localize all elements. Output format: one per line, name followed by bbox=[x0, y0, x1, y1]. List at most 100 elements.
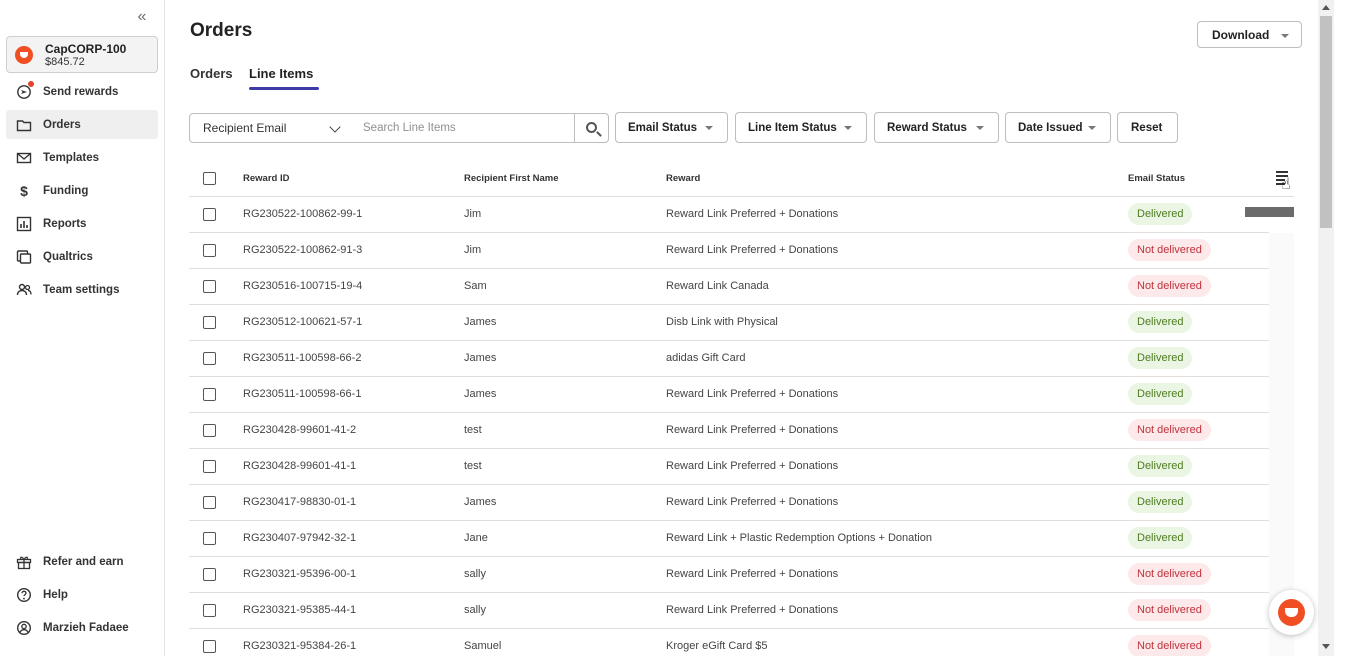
sidebar-item-refer-and-earn[interactable]: Refer and earn bbox=[6, 547, 158, 576]
reward-id-cell: RG230516-100715-19-4 bbox=[243, 280, 363, 292]
search-button[interactable] bbox=[574, 113, 609, 143]
table-row[interactable]: RG230511-100598-66-2 James adidas Gift Car… bbox=[189, 341, 1269, 377]
dollar-icon: $ bbox=[20, 182, 28, 199]
account-name: CapCORP-100 bbox=[45, 42, 127, 56]
sidebar-item-team-settings[interactable]: Team settings bbox=[6, 275, 158, 304]
email-status-filter[interactable]: Email Status bbox=[615, 112, 728, 143]
mail-icon bbox=[16, 150, 32, 166]
sidebar-item-label: Refer and earn bbox=[43, 555, 124, 568]
send-icon bbox=[16, 80, 34, 100]
caret-down-icon bbox=[976, 126, 984, 130]
search-field-select[interactable]: Recipient Email bbox=[189, 113, 351, 143]
row-checkbox[interactable] bbox=[203, 352, 216, 365]
row-checkbox[interactable] bbox=[203, 604, 216, 617]
email-status-badge: Delivered bbox=[1128, 491, 1193, 513]
reward-id-cell: RG230321-95396-00-1 bbox=[243, 568, 357, 580]
page-title: Orders bbox=[190, 20, 253, 41]
scroll-thumb[interactable] bbox=[1320, 16, 1332, 228]
sidebar-item-qualtrics[interactable]: Qualtrics bbox=[6, 242, 158, 271]
row-checkbox[interactable] bbox=[203, 208, 216, 221]
brand-logo-icon bbox=[15, 46, 33, 64]
download-button-label: Download bbox=[1212, 27, 1270, 42]
column-header-reward[interactable]: Reward bbox=[666, 173, 700, 184]
row-checkbox[interactable] bbox=[203, 244, 216, 257]
table-row[interactable]: RG230407-97942-32-1 Jane Reward Link + Pla… bbox=[189, 521, 1269, 557]
recipient-first-name-cell: James bbox=[464, 352, 497, 364]
sidebar-item-reports[interactable]: Reports bbox=[6, 209, 158, 238]
collapse-sidebar-icon[interactable]: « bbox=[134, 9, 150, 25]
scroll-down-arrow-icon[interactable] bbox=[1322, 644, 1330, 649]
column-header-recipient-first-name[interactable]: Recipient First Name bbox=[464, 173, 559, 184]
row-checkbox[interactable] bbox=[203, 388, 216, 401]
table-row[interactable]: RG230428-99601-41-2 test Reward Link Prefe… bbox=[189, 413, 1269, 449]
search-input[interactable] bbox=[350, 113, 575, 143]
sidebar: « CapCORP-100 $845.72 Send rewards Order… bbox=[0, 0, 165, 656]
scroll-up-arrow-icon[interactable] bbox=[1322, 5, 1330, 10]
recipient-first-name-cell: Jim bbox=[464, 244, 482, 256]
filter-label: Line Item Status bbox=[748, 121, 837, 134]
recipient-first-name-cell: test bbox=[464, 460, 482, 472]
table-row[interactable]: RG230522-100862-91-3 Jim Reward Link Prefe… bbox=[189, 233, 1269, 269]
sidebar-item-label: Send rewards bbox=[43, 85, 119, 98]
tab-line-items[interactable]: Line Items bbox=[249, 66, 313, 81]
row-checkbox[interactable] bbox=[203, 424, 216, 437]
filter-label: Email Status bbox=[628, 121, 698, 134]
sidebar-item-funding[interactable]: $ Funding bbox=[6, 176, 158, 205]
reward-cell: Reward Link Preferred + Donations bbox=[666, 604, 839, 616]
table-row[interactable]: RG230321-95396-00-1 sally Reward Link Pref… bbox=[189, 557, 1269, 593]
row-checkbox[interactable] bbox=[203, 316, 216, 329]
email-status-badge: Not delivered bbox=[1128, 419, 1211, 441]
row-checkbox[interactable] bbox=[203, 532, 216, 545]
download-button[interactable]: Download bbox=[1197, 21, 1302, 48]
select-all-checkbox[interactable] bbox=[203, 172, 216, 185]
recipient-first-name-cell: James bbox=[464, 496, 497, 508]
table-row[interactable]: RG230321-95385-44-1 sally Reward Link Pref… bbox=[189, 593, 1269, 629]
reward-cell: Reward Link Preferred + Donations bbox=[666, 568, 839, 580]
row-checkbox[interactable] bbox=[203, 640, 216, 653]
email-status-badge: Not delivered bbox=[1128, 599, 1211, 621]
qualtrics-icon bbox=[16, 249, 32, 265]
date-issued-filter[interactable]: Date Issued bbox=[1005, 112, 1111, 143]
reward-status-filter[interactable]: Reward Status bbox=[874, 112, 999, 143]
table-row[interactable]: RG230417-98830-01-1 James Reward Link Pref… bbox=[189, 485, 1269, 521]
chevron-down-icon bbox=[329, 121, 341, 133]
reward-id-cell: RG230512-100621-57-1 bbox=[243, 316, 363, 328]
reward-id-cell: RG230522-100862-91-3 bbox=[243, 244, 363, 256]
row-checkbox[interactable] bbox=[203, 280, 216, 293]
reward-id-cell: RG230321-95384-26-1 bbox=[243, 640, 357, 652]
search-icon bbox=[586, 122, 597, 133]
sidebar-item-user-profile[interactable]: Marzieh Fadaee bbox=[6, 613, 158, 642]
sidebar-item-label: Marzieh Fadaee bbox=[43, 621, 129, 634]
table-row[interactable]: RG230511-100598-66-1 James Reward Link Pre… bbox=[189, 377, 1269, 413]
row-checkbox[interactable] bbox=[203, 460, 216, 473]
reward-cell: Reward Link Preferred + Donations bbox=[666, 424, 839, 436]
recipient-first-name-cell: Sam bbox=[464, 280, 487, 292]
row-checkbox[interactable] bbox=[203, 496, 216, 509]
recipient-first-name-cell: test bbox=[464, 424, 482, 436]
chat-widget-button[interactable] bbox=[1269, 590, 1314, 635]
sidebar-item-send-rewards[interactable]: Send rewards bbox=[6, 77, 158, 106]
filter-label: Date Issued bbox=[1018, 121, 1083, 134]
sidebar-item-help[interactable]: Help bbox=[6, 580, 158, 609]
table-row[interactable]: RG230428-99601-41-1 test Reward Link Prefe… bbox=[189, 449, 1269, 485]
chart-icon bbox=[16, 216, 32, 232]
table-row[interactable]: RG230321-95384-26-1 Samuel Kroger eGift Ca… bbox=[189, 629, 1269, 656]
sidebar-item-orders[interactable]: Orders bbox=[6, 110, 158, 139]
vertical-scrollbar[interactable] bbox=[1318, 0, 1334, 656]
reward-cell: Reward Link Preferred + Donations bbox=[666, 460, 839, 472]
tab-orders[interactable]: Orders bbox=[190, 66, 233, 81]
reset-button[interactable]: Reset bbox=[1117, 112, 1178, 143]
row-checkbox[interactable] bbox=[203, 568, 216, 581]
table-row[interactable]: RG230516-100715-19-4 Sam Reward Link Canad… bbox=[189, 269, 1269, 305]
table-row[interactable]: RG230512-100621-57-1 James Disb Link with … bbox=[189, 305, 1269, 341]
line-item-status-filter[interactable]: Line Item Status bbox=[735, 112, 867, 143]
sidebar-item-label: Reports bbox=[43, 217, 87, 230]
sidebar-item-templates[interactable]: Templates bbox=[6, 143, 158, 172]
email-status-badge: Delivered bbox=[1128, 347, 1193, 369]
table-row[interactable]: RG230522-100862-99-1 Jim Reward Link Prefe… bbox=[189, 197, 1269, 233]
column-header-reward-id[interactable]: Reward ID bbox=[243, 173, 289, 184]
column-header-email-status[interactable]: Email Status bbox=[1128, 173, 1185, 184]
email-status-badge: Not delivered bbox=[1128, 635, 1211, 656]
account-switcher[interactable]: CapCORP-100 $845.72 bbox=[6, 36, 158, 73]
chat-bot-icon bbox=[1278, 599, 1305, 626]
